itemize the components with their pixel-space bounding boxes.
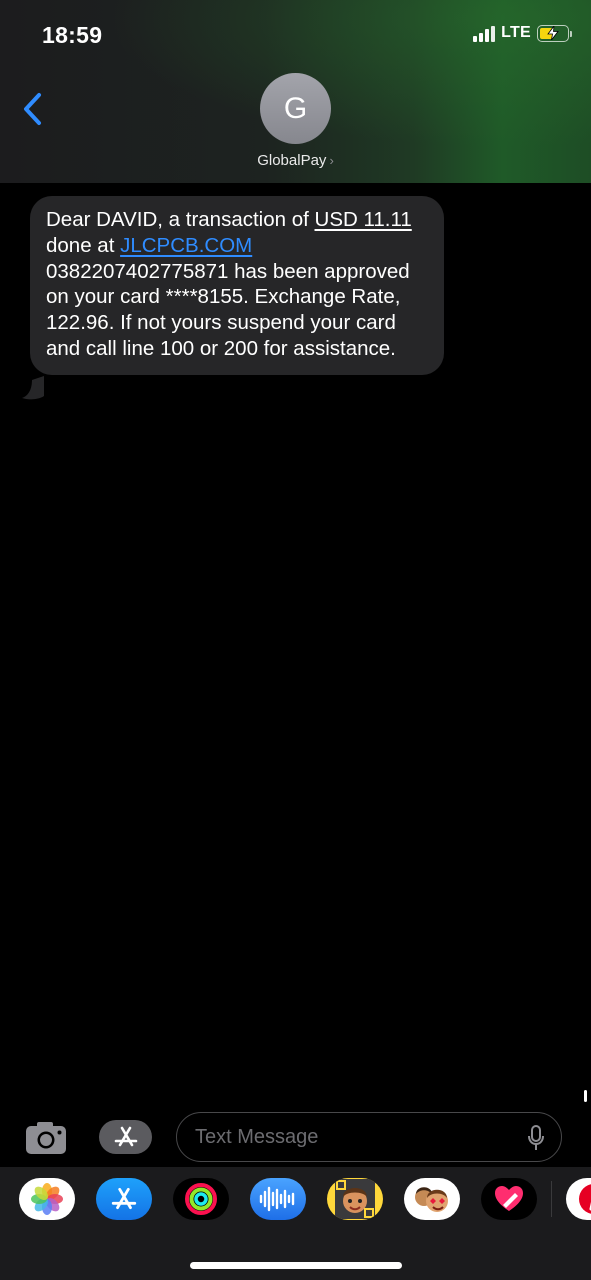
memoji-icon — [335, 1179, 375, 1219]
message-input-field[interactable] — [176, 1112, 562, 1162]
messages-screen: 18:59 LTE G GlobalPay › Dear DAVID, a tra… — [0, 0, 591, 1280]
amount-detected-data[interactable]: USD 11.11 — [315, 208, 412, 231]
avatar-initial: G — [283, 91, 308, 125]
pinterest-icon — [579, 1184, 591, 1214]
message-text: done at — [46, 233, 121, 257]
app-store-icon — [111, 1187, 137, 1210]
contact-name-button[interactable]: GlobalPay › — [0, 152, 591, 169]
status-indicators: LTE — [473, 24, 572, 42]
home-indicator[interactable] — [190, 1262, 402, 1269]
microphone-icon[interactable] — [527, 1125, 545, 1151]
audio-message-icon — [259, 1186, 295, 1212]
bubble-tail — [22, 376, 44, 400]
camera-button[interactable] — [24, 1120, 70, 1156]
merchant-link[interactable]: JLCPCB.COM — [120, 234, 252, 257]
activity-rings-icon — [185, 1183, 217, 1215]
back-button[interactable] — [20, 92, 46, 126]
drawer-divider — [551, 1181, 552, 1217]
contact-avatar[interactable]: G — [260, 73, 331, 144]
message-text: 0382207402775871 has been approved on yo… — [46, 259, 410, 360]
message-input[interactable] — [195, 1113, 515, 1161]
status-time: 18:59 — [42, 22, 103, 48]
chevron-right-icon: › — [329, 153, 334, 168]
chevron-left-icon — [24, 93, 41, 125]
photos-icon — [31, 1183, 63, 1215]
contact-name: GlobalPay — [257, 152, 327, 169]
digital-touch-icon — [495, 1186, 523, 1211]
app-store-icon — [114, 1126, 137, 1147]
message-text: Dear DAVID, a transaction of — [46, 208, 315, 231]
charging-bolt-icon — [547, 26, 559, 40]
network-type: LTE — [501, 24, 531, 41]
memoji-stickers-app-button[interactable] — [404, 1178, 460, 1220]
memoji-stickers-icon — [415, 1187, 448, 1212]
incoming-message-bubble[interactable]: Dear DAVID, a transaction of USD 11.11 d… — [30, 196, 444, 375]
cellular-signal-icon — [473, 24, 496, 42]
digital-touch-app-button[interactable] — [481, 1178, 537, 1220]
memoji-app-button[interactable] — [327, 1178, 383, 1220]
scroll-indicator — [584, 1090, 587, 1102]
camera-icon — [26, 1122, 66, 1154]
battery-icon — [537, 24, 572, 42]
audio-message-app-button[interactable] — [250, 1178, 306, 1220]
photos-app-button[interactable] — [19, 1178, 75, 1220]
activity-app-button[interactable] — [173, 1178, 229, 1220]
apps-button[interactable] — [99, 1120, 152, 1154]
app-store-app-button[interactable] — [96, 1178, 152, 1220]
pinterest-app-button[interactable] — [566, 1178, 591, 1220]
